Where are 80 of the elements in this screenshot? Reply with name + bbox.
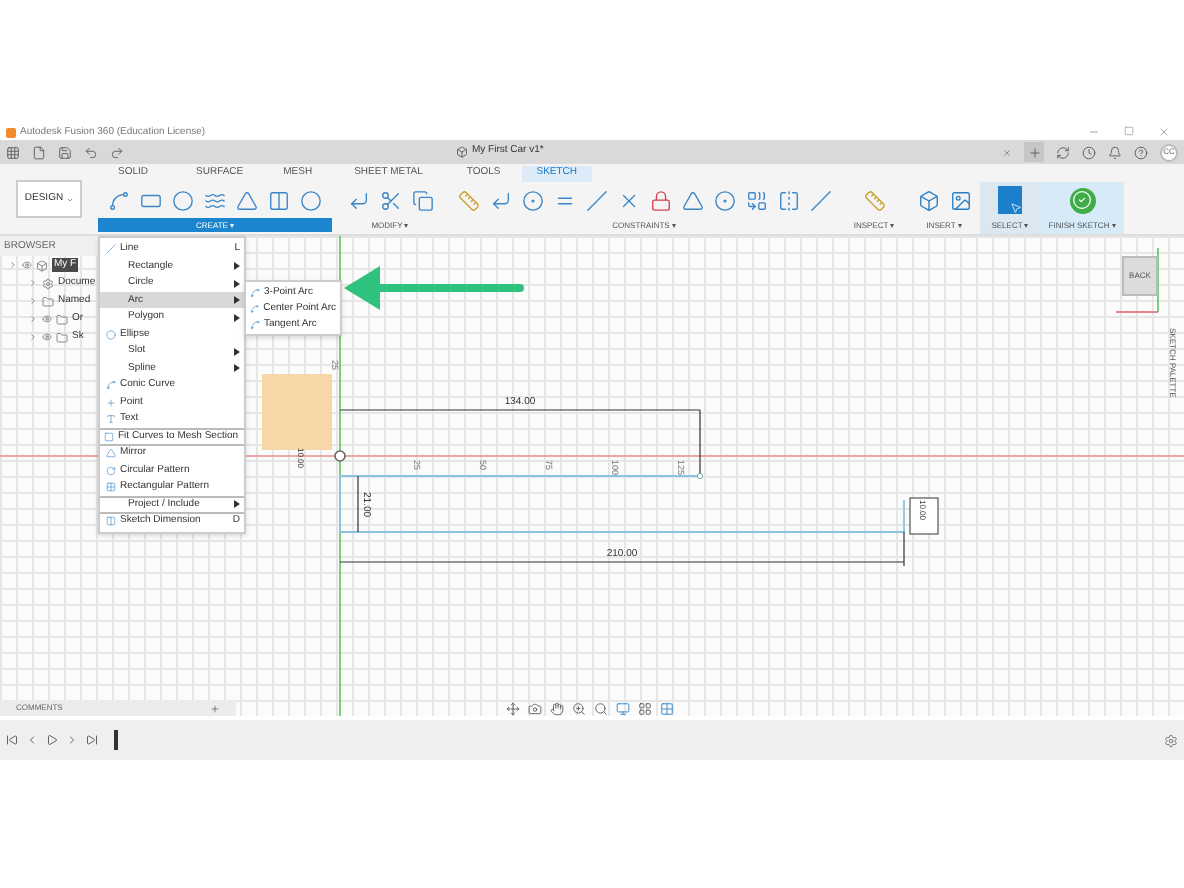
caret-icon: [404, 223, 409, 227]
menu-item-icon: [105, 244, 115, 255]
caret-icon: [1024, 223, 1029, 227]
ruler-icon[interactable]: [457, 189, 479, 211]
pointer-icon: [1010, 202, 1022, 214]
sync-icon[interactable]: [1056, 145, 1070, 159]
view-cube-axes: [1115, 247, 1159, 313]
eye-icon[interactable]: [42, 332, 52, 342]
menu-item-icon: [105, 329, 115, 340]
undo-icon[interactable]: [84, 145, 98, 159]
settings-icon[interactable]: [1164, 733, 1178, 747]
menu-item-icon: [105, 482, 115, 493]
camera-icon[interactable]: [528, 701, 542, 715]
select-tool-button[interactable]: [998, 186, 1022, 214]
help-icon[interactable]: [1134, 145, 1148, 159]
clock-icon[interactable]: [1082, 145, 1096, 159]
submenu-arrow-icon: [234, 500, 240, 509]
folder-icon: [56, 313, 68, 325]
grid-icon[interactable]: [638, 701, 652, 715]
play-icon[interactable]: [46, 734, 58, 746]
display-icon[interactable]: [616, 701, 630, 715]
component-icon: [36, 259, 48, 271]
search-icon[interactable]: [594, 701, 608, 715]
pan-icon[interactable]: [550, 701, 564, 715]
timeline-marker-icon[interactable]: [114, 730, 124, 750]
caret-icon: [671, 223, 676, 227]
step-forward-icon[interactable]: [66, 734, 78, 746]
sketch-point: [696, 472, 704, 480]
add-comment-icon[interactable]: [210, 703, 220, 713]
symmetry-icon[interactable]: [777, 189, 799, 211]
scissors-icon[interactable]: [379, 189, 401, 211]
grid-menu-icon[interactable]: [6, 145, 20, 159]
check-icon: [1072, 190, 1092, 210]
finish-sketch-button[interactable]: [1069, 187, 1095, 213]
arc-icon: [250, 303, 260, 313]
skip-forward-icon[interactable]: [86, 734, 98, 746]
gear-icon: [42, 277, 54, 289]
plus-icon: [1027, 145, 1041, 159]
menu-item-icon: [105, 380, 115, 391]
menu-item-icon: [105, 465, 115, 476]
triangle-icon[interactable]: [236, 189, 258, 211]
caret-icon: [1111, 223, 1116, 227]
bell-icon[interactable]: [1108, 145, 1122, 159]
rectangle-icon[interactable]: [140, 189, 162, 211]
new-tab-button[interactable]: [1024, 142, 1044, 162]
folder-icon: [42, 295, 54, 307]
step-back-icon[interactable]: [26, 734, 38, 746]
file-icon[interactable]: [32, 145, 46, 159]
caret-icon: [890, 223, 895, 227]
eye-icon[interactable]: [22, 260, 32, 270]
viewports-icon[interactable]: [660, 701, 674, 715]
caret-icon: [957, 223, 962, 227]
triangle-icon[interactable]: [681, 189, 703, 211]
orbit-icon[interactable]: [506, 701, 520, 715]
origin-point: [334, 450, 346, 462]
document-icon[interactable]: [456, 146, 468, 158]
circle-icon[interactable]: [172, 189, 194, 211]
caret-icon: [229, 223, 234, 227]
zoom-icon[interactable]: [572, 701, 586, 715]
folder-icon: [56, 331, 68, 343]
dimension-box: [909, 497, 939, 535]
ruler-icon[interactable]: [863, 189, 885, 211]
menu-item-icon: [105, 397, 115, 408]
app-logo-icon: [6, 127, 16, 137]
arc-icon: [250, 319, 260, 329]
save-icon[interactable]: [58, 145, 72, 159]
ellipse-icon[interactable]: [300, 189, 322, 211]
sketch-profile-fill: [262, 374, 332, 450]
arc-icon: [250, 287, 260, 297]
redo-icon[interactable]: [110, 145, 124, 159]
eye-icon[interactable]: [42, 314, 52, 324]
close-icon[interactable]: [1158, 126, 1170, 138]
spline-icon[interactable]: [108, 189, 130, 211]
image-icon[interactable]: [949, 189, 971, 211]
cross-icon[interactable]: [617, 189, 639, 211]
skip-back-icon[interactable]: [6, 734, 18, 746]
menu-item-icon: [105, 516, 115, 527]
menu-item-icon: [105, 414, 115, 425]
lock-icon[interactable]: [649, 189, 671, 211]
maximize-icon[interactable]: [1124, 126, 1134, 136]
